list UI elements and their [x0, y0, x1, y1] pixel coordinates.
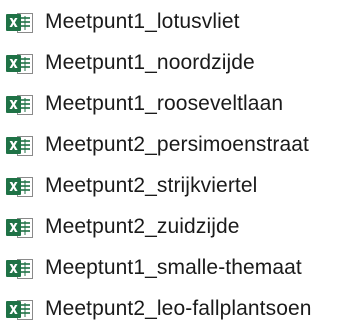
excel-file-icon: [5, 11, 35, 35]
file-item-3[interactable]: Meetpunt1_rooseveltlaan: [0, 84, 355, 125]
file-name: Meetpunt2_zuidzijde: [45, 215, 240, 238]
file-name: Meetpunt2_leo-fallplantsoen: [45, 297, 312, 320]
file-name: Meeptunt1_smalle-themaat: [45, 256, 302, 279]
file-name: Meetpunt2_strijkviertel: [45, 174, 258, 197]
file-item-8[interactable]: Meetpunt2_leo-fallplantsoen: [0, 289, 355, 330]
file-item-7[interactable]: Meeptunt1_smalle-themaat: [0, 248, 355, 289]
excel-file-icon: [5, 52, 35, 76]
excel-file-icon: [5, 134, 35, 158]
file-item-5[interactable]: Meetpunt2_strijkviertel: [0, 166, 355, 207]
excel-file-icon: [5, 257, 35, 281]
file-item-1[interactable]: Meetpunt1_lotusvliet: [0, 2, 355, 43]
file-item-4[interactable]: Meetpunt2_persimoenstraat: [0, 125, 355, 166]
excel-file-icon: [5, 93, 35, 117]
file-name: Meetpunt1_lotusvliet: [45, 10, 240, 33]
file-item-2[interactable]: Meetpunt1_noordzijde: [0, 43, 355, 84]
file-name: Meetpunt2_persimoenstraat: [45, 133, 309, 156]
excel-file-icon: [5, 216, 35, 240]
excel-file-icon: [5, 298, 35, 322]
file-name: Meetpunt1_noordzijde: [45, 51, 255, 74]
excel-file-icon: [5, 175, 35, 199]
file-list: Meetpunt1_lotusvliet Meetpunt1_noordzijd…: [0, 2, 355, 330]
file-item-6[interactable]: Meetpunt2_zuidzijde: [0, 207, 355, 248]
file-name: Meetpunt1_rooseveltlaan: [45, 92, 284, 115]
